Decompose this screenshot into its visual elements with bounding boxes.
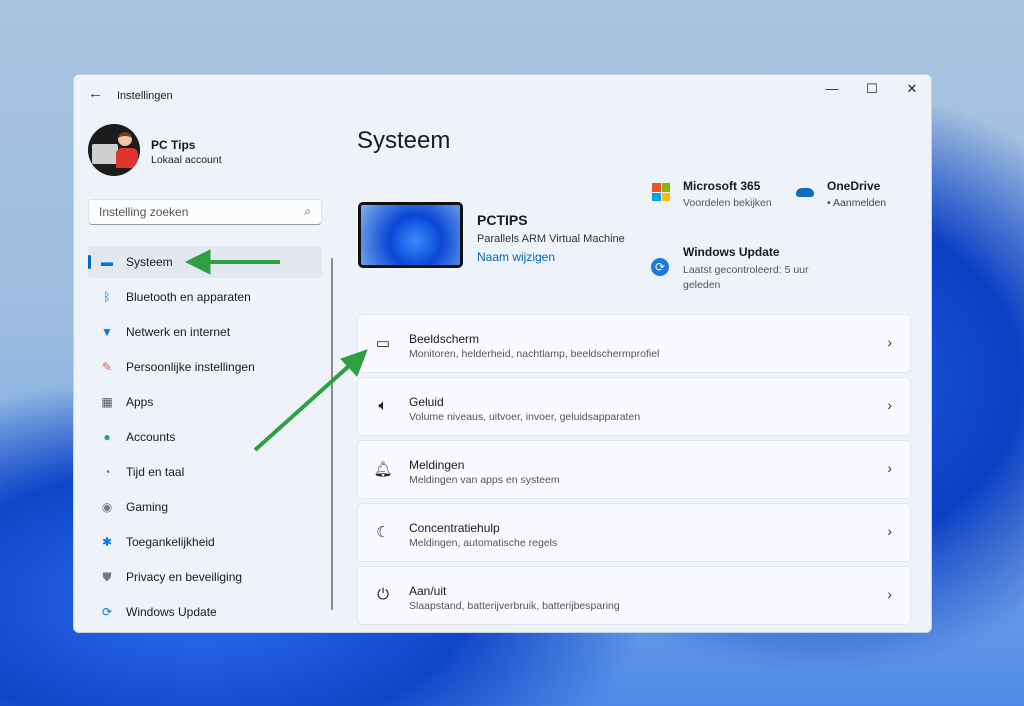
annotation-arrows [184,249,368,452]
arrow-to-beeldscherm [253,349,368,452]
arrow-to-systeem [184,249,280,275]
